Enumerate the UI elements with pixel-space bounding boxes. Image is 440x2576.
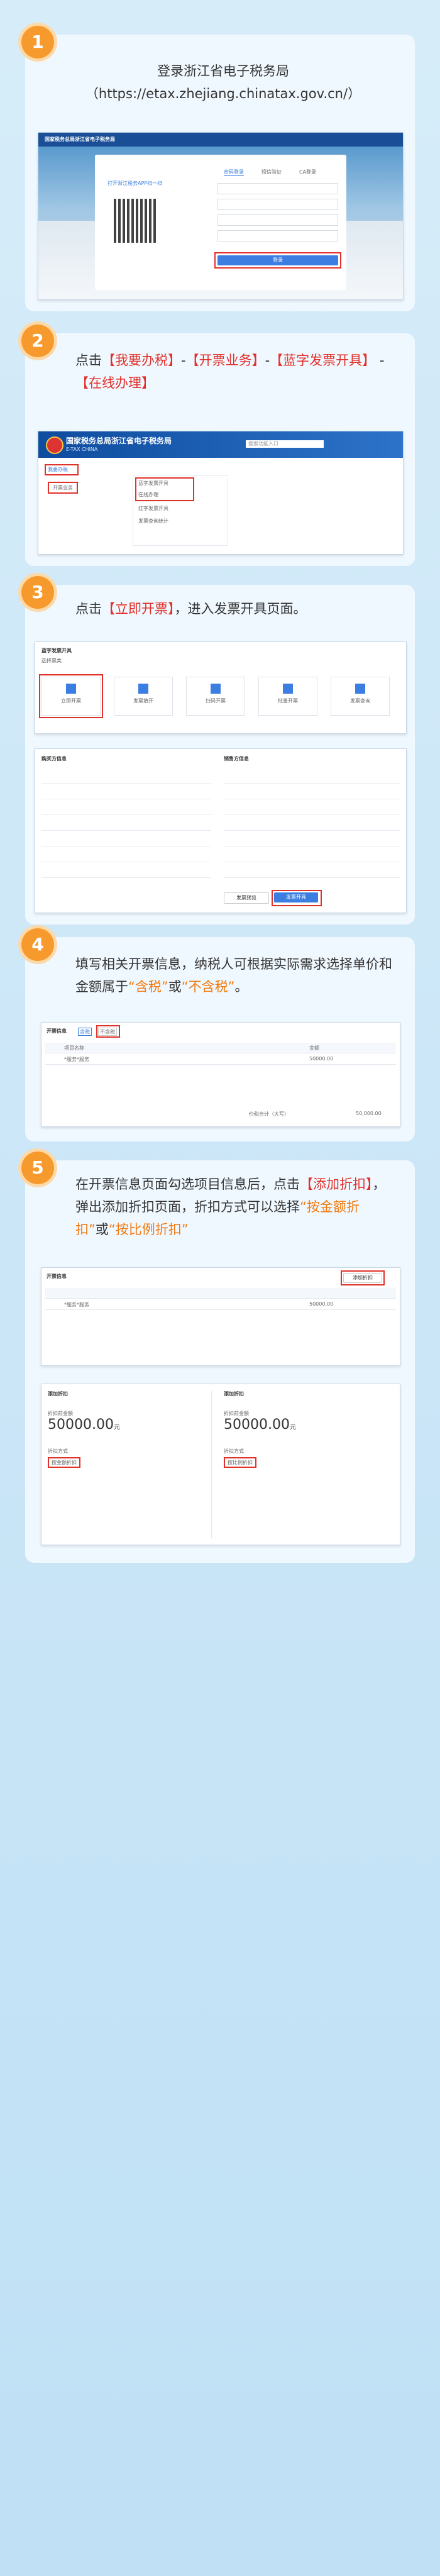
step-5-card: 5 在开票信息页面勾选项目信息后，点击【添加折扣】，弹出添加折扣页面，折扣方式可… [21,1152,415,1563]
menu-path-2: 【开票业务】 [185,353,265,368]
step-4-text: 填写相关开票信息，纳税人可根据实际需求选择单价和金额属于“含税”或“不含税”。 [75,957,392,994]
tab-sms-login[interactable]: 短信验证 [261,169,282,175]
step-number-badge: 4 [21,928,54,961]
issue-title: 蓝字发票开具 [41,648,72,653]
step-1-line2: （https://etax.zhejiang.chinatax.gov.cn/） [85,86,361,101]
submenu-invoice-query[interactable]: 发票查询统计 [138,518,168,525]
search-input[interactable]: 搜索功能入口 [246,440,324,448]
scan-icon [211,684,221,694]
table-row[interactable]: *服务*服务 50000.00 [45,1054,396,1065]
login-portal-title: 国家税务总局浙江省电子税务局 [45,136,115,142]
tab-ca-login[interactable]: CA登录 [299,169,316,175]
step-number-badge: 3 [21,576,54,609]
portal-title: 国家税务总局浙江省电子税务局 [66,436,172,445]
discount-amount-value: 50000.00元 [48,1417,120,1433]
discount-dialog-screenshot: 添加折扣 折扣前金额 50000.00元 折扣方式 按金额折扣 添加折扣 折扣前… [41,1384,400,1545]
step-number-badge: 1 [21,26,54,58]
menu-screenshot: 国家税务总局浙江省电子税务局 E-TAX CHINA 搜索功能入口 我要办税 开… [38,431,404,555]
items-title: 开票信息 [47,1028,67,1034]
option-amount-discount[interactable]: 按金额折扣 [48,1457,80,1468]
captcha-field[interactable] [217,230,338,242]
step-number-badge: 2 [21,325,54,357]
step-3-text: 点击【立即开票】，进入发票开具页面。 [75,601,307,616]
qr-code-icon [114,199,158,243]
password-field[interactable] [217,199,338,210]
total-value: 50,000.00 [356,1111,382,1116]
discount-dialog-ratio: 添加折扣 折扣前金额 50000.00元 折扣方式 按比例折扣 [224,1391,393,1538]
step-2-text: 点击【我要办税】-【开票业务】-【蓝字发票开具】 - 【在线办理】 [75,353,385,391]
submenu-red-invoice[interactable]: 红字发票开具 [138,505,168,512]
page-background: 1 登录浙江省电子税务局 （https://etax.zhejiang.chin… [0,0,440,2576]
tag-tax-included[interactable]: 含税 [78,1028,92,1036]
qr-hint: 打开浙江税务APP扫一扫 [107,180,163,186]
menu-path-4: 【在线办理】 [75,375,155,391]
portal-subtitle: E-TAX CHINA [66,447,98,452]
form-icon [138,684,148,694]
login-panel: 打开浙江税务APP扫一扫 密码登录 短信验证 CA登录 登录 [95,155,346,290]
menu-path-3: 【蓝字发票开具】 [270,353,376,368]
card-fill[interactable]: 发票填开 [114,677,173,716]
buyer-section-title: 销售方信息 [224,756,249,762]
issue-now-ref: 【立即开票】 [102,601,175,616]
preview-button[interactable]: 发票预览 [224,892,269,904]
login-button-highlight [214,252,341,269]
menu-invoice-business[interactable]: 开票业务 [48,482,78,494]
submenu-panel: 蓝字发票开具 在线办理 红字发票开具 发票查询统计 [133,475,228,546]
seller-section-title: 购买方信息 [41,756,67,762]
form-screenshot: 购买方信息 销售方信息 发票预览 发票开具 [35,748,407,913]
total-label: 价税合计（大写） [249,1111,289,1117]
table-row[interactable]: *服务*服务 50000.00 [45,1299,396,1310]
seller-fields[interactable] [41,768,211,881]
issue-subtitle: 选择票类 [41,658,62,663]
col-amount: 金额 [309,1045,319,1051]
menu-path-1: 【我要办税】 [102,353,181,368]
card-query[interactable]: 发票查询 [331,677,390,716]
step-3-card: 3 点击【立即开票】，进入发票开具页面。 蓝字发票开具 选择票类 立即开票 发票… [21,576,415,924]
step-2-card: 2 点击【我要办税】-【开票业务】-【蓝字发票开具】 - 【在线办理】 国家税务… [21,325,415,566]
step-4-card: 4 填写相关开票信息，纳税人可根据实际需求选择单价和金额属于“含税”或“不含税”… [21,928,415,1141]
step-1-card: 1 登录浙江省电子税务局 （https://etax.zhejiang.chin… [21,26,415,311]
card-scan[interactable]: 扫码开票 [186,677,245,716]
id-field[interactable] [217,214,338,226]
step-number-badge: 5 [21,1152,54,1184]
option-ratio-discount[interactable]: 按比例折扣 [224,1457,256,1468]
card-batch[interactable]: 批量开票 [258,677,317,716]
step-1-line1: 登录浙江省电子税务局 [157,64,289,79]
username-field[interactable] [217,183,338,194]
tax-emblem-icon [46,436,63,454]
col-name: 项目名称 [64,1045,84,1051]
query-icon [355,684,365,694]
step-5-text: 在开票信息页面勾选项目信息后，点击【添加折扣】，弹出添加折扣页面，折扣方式可以选… [75,1177,386,1237]
issue-screenshot: 蓝字发票开具 选择票类 立即开票 发票填开 扫码开票 批量开票 发票查询 [35,641,407,734]
discount-dialog-amount: 添加折扣 折扣前金额 50000.00元 折扣方式 按金额折扣 [48,1391,212,1538]
tab-password-login[interactable]: 密码登录 [224,169,244,176]
discount-select-screenshot: 开票信息 *服务*服务 50000.00 添加折扣 [41,1267,400,1366]
buyer-fields[interactable] [224,768,400,881]
batch-icon [283,684,293,694]
login-screenshot: 国家税务总局浙江省电子税务局 打开浙江税务APP扫一扫 密码登录 短信验证 CA… [38,132,404,300]
items-screenshot: 开票信息 含税 不含税 项目名称 金额 *服务*服务 50000.00 价税合计（大… [41,1022,400,1127]
